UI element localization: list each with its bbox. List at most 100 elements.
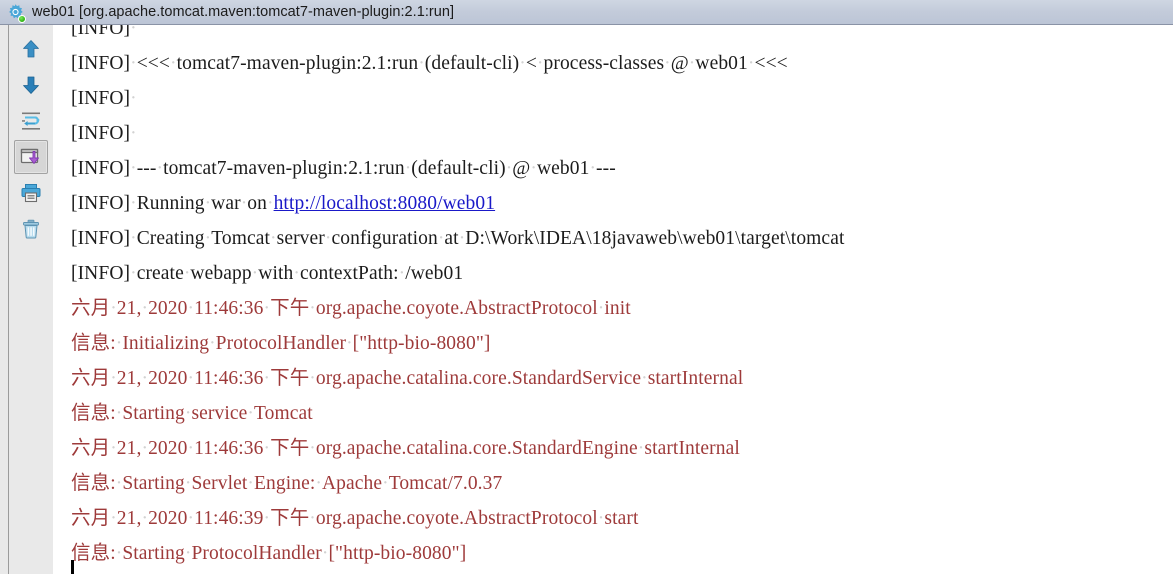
whitespace-dot: · xyxy=(130,123,137,144)
console-caret xyxy=(71,560,74,574)
scroll-to-end-icon xyxy=(20,146,42,168)
whitespace-dot: · xyxy=(263,508,271,529)
down-arrow-icon-button[interactable] xyxy=(14,68,48,102)
whitespace-dot: · xyxy=(437,228,445,249)
up-arrow-icon-button[interactable] xyxy=(14,32,48,66)
whitespace-dot: · xyxy=(169,53,177,74)
whitespace-dot: · xyxy=(187,368,195,389)
whitespace-dot: · xyxy=(187,298,195,319)
soft-wrap-icon xyxy=(19,109,43,133)
whitespace-dot: · xyxy=(505,158,513,179)
whitespace-dot: · xyxy=(156,158,164,179)
console-line: 信息:·Starting·ProtocolHandler·["http-bio-… xyxy=(71,543,467,564)
console-hyperlink[interactable]: http://localhost:8080/web01 xyxy=(274,193,496,214)
whitespace-dot: · xyxy=(187,438,195,459)
whitespace-dot: · xyxy=(240,193,248,214)
whitespace-dot: · xyxy=(309,508,316,529)
trash-icon xyxy=(20,218,42,240)
console-line: [INFO]·create·webapp·with·contextPath:·/… xyxy=(71,263,464,284)
whitespace-dot: · xyxy=(398,263,406,284)
whitespace-dot: · xyxy=(270,228,277,249)
whitespace-dot: · xyxy=(315,473,322,494)
whitespace-dot: · xyxy=(130,228,137,249)
whitespace-dot: · xyxy=(115,543,123,564)
whitespace-dot: · xyxy=(309,298,316,319)
running-status-dot xyxy=(18,14,26,23)
console-line: [INFO]·<<<·tomcat7-maven-plugin:2.1:run·… xyxy=(71,53,788,74)
up-arrow-icon xyxy=(20,38,42,60)
whitespace-dot: · xyxy=(688,53,696,74)
whitespace-dot: · xyxy=(418,53,425,74)
whitespace-dot: · xyxy=(324,228,332,249)
console-line: 信息:·Starting·Servlet·Engine:·Apache·Tomc… xyxy=(71,473,503,494)
whitespace-dot: · xyxy=(266,193,274,214)
console-line: 六月·21,·2020·11:46:36·下午·org.apache.catal… xyxy=(71,368,744,389)
whitespace-dot: · xyxy=(184,473,192,494)
whitespace-dot: · xyxy=(263,368,271,389)
down-arrow-icon xyxy=(20,74,42,96)
whitespace-dot: · xyxy=(404,158,412,179)
whitespace-dot: · xyxy=(641,368,648,389)
whitespace-dot: · xyxy=(209,333,216,354)
whitespace-dot: · xyxy=(115,473,123,494)
whitespace-dot: · xyxy=(141,368,149,389)
console-line: [INFO]·Creating·Tomcat·server·configurat… xyxy=(71,228,845,249)
whitespace-dot: · xyxy=(247,403,254,424)
console-output-area[interactable]: [INFO]· [INFO]·<<<·tomcat7-maven-plugin:2… xyxy=(53,25,1173,574)
whitespace-dot: · xyxy=(251,263,259,284)
whitespace-dot: · xyxy=(293,263,300,284)
console-line: [INFO]·Running·war·on·http://localhost:8… xyxy=(71,193,496,214)
whitespace-dot: · xyxy=(141,298,149,319)
console-line: [INFO]· xyxy=(53,25,1173,46)
whitespace-dot: · xyxy=(110,368,117,389)
whitespace-dot: · xyxy=(115,403,123,424)
console-line: [INFO]· xyxy=(71,123,137,144)
whitespace-dot: · xyxy=(247,473,254,494)
window-title: web01 [org.apache.tomcat.maven:tomcat7-m… xyxy=(32,4,455,20)
whitespace-dot: · xyxy=(346,333,353,354)
whitespace-dot: · xyxy=(597,298,605,319)
whitespace-dot: · xyxy=(597,508,605,529)
whitespace-dot: · xyxy=(458,228,466,249)
console-line: 六月·21,·2020·11:46:36·下午·org.apache.coyot… xyxy=(71,298,631,319)
console-line: [INFO]·---·tomcat7-maven-plugin:2.1:run·… xyxy=(71,158,616,179)
whitespace-dot: · xyxy=(204,228,212,249)
console-line: 六月·21,·2020·11:46:36·下午·org.apache.catal… xyxy=(71,438,740,459)
whitespace-dot: · xyxy=(141,438,149,459)
trash-icon-button[interactable] xyxy=(14,212,48,246)
print-icon-button[interactable] xyxy=(14,176,48,210)
whitespace-dot: · xyxy=(115,333,123,354)
whitespace-dot: · xyxy=(110,508,117,529)
console-line: 信息:·Starting·service·Tomcat xyxy=(71,403,313,424)
whitespace-dot: · xyxy=(130,193,137,214)
whitespace-dot: · xyxy=(309,438,316,459)
whitespace-dot: · xyxy=(664,53,671,74)
soft-wrap-icon-button[interactable] xyxy=(14,104,48,138)
whitespace-dot: · xyxy=(184,543,192,564)
whitespace-dot: · xyxy=(187,508,195,529)
console-line: [INFO]· xyxy=(71,88,137,109)
whitespace-dot: · xyxy=(141,508,149,529)
whitespace-dot: · xyxy=(130,25,137,39)
whitespace-dot: · xyxy=(130,263,137,284)
run-console-window: web01 [org.apache.tomcat.maven:tomcat7-m… xyxy=(0,0,1173,574)
whitespace-dot: · xyxy=(183,263,191,284)
print-icon xyxy=(20,182,42,204)
whitespace-dot: · xyxy=(130,53,137,74)
whitespace-dot: · xyxy=(530,158,537,179)
whitespace-dot: · xyxy=(747,53,755,74)
whitespace-dot: · xyxy=(536,53,544,74)
whitespace-dot: · xyxy=(204,193,212,214)
whitespace-dot: · xyxy=(589,158,597,179)
console-line: 六月·21,·2020·11:46:39·下午·org.apache.coyot… xyxy=(71,508,639,529)
whitespace-dot: · xyxy=(263,298,271,319)
whitespace-dot: · xyxy=(110,298,117,319)
whitespace-dot: · xyxy=(263,438,271,459)
gear-icon xyxy=(6,3,26,23)
whitespace-dot: · xyxy=(110,438,117,459)
console-toolbar xyxy=(9,25,53,248)
whitespace-dot: · xyxy=(637,438,645,459)
scroll-to-end-icon-button[interactable] xyxy=(14,140,48,174)
whitespace-dot: · xyxy=(130,88,137,109)
whitespace-dot: · xyxy=(309,368,316,389)
